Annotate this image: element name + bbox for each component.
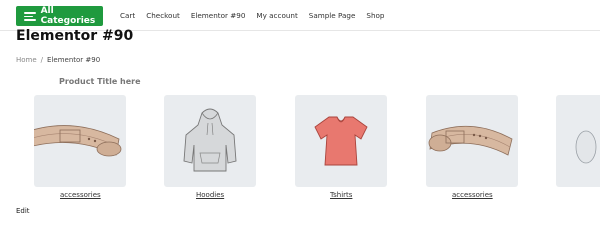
category-card-partial[interactable] <box>556 95 600 187</box>
category-card-accessories-2[interactable] <box>426 95 518 187</box>
top-navigation: All Categories Cart Checkout Elementor #… <box>0 0 600 31</box>
nav-cart[interactable]: Cart <box>120 11 135 20</box>
category-card-hoodies[interactable] <box>164 95 256 187</box>
all-categories-button[interactable]: All Categories <box>16 6 103 26</box>
category-label-tshirts[interactable]: Tshirts <box>330 191 352 199</box>
category-label-accessories-2[interactable]: accessories <box>452 191 493 199</box>
breadcrumb-home[interactable]: Home <box>16 56 37 64</box>
category-card-accessories[interactable] <box>34 95 126 187</box>
nav-my-account[interactable]: My account <box>256 11 297 20</box>
hoodie-icon <box>183 108 237 172</box>
category-label-accessories[interactable]: accessories <box>60 191 101 199</box>
belt-icon <box>575 130 597 164</box>
category-card-tshirts[interactable] <box>295 95 387 187</box>
tshirt-icon <box>314 116 368 166</box>
menu-icon <box>24 12 36 21</box>
belt-icon <box>34 125 122 157</box>
page-title: Elementor #90 <box>16 28 134 44</box>
breadcrumb-separator: / <box>40 56 44 64</box>
edit-link[interactable]: Edit <box>16 207 30 215</box>
all-categories-label: All Categories <box>40 6 96 26</box>
nav-checkout[interactable]: Checkout <box>146 11 180 20</box>
main-menu: Cart Checkout Elementor #90 My account S… <box>120 11 385 20</box>
breadcrumb: Home / Elementor #90 <box>16 56 100 64</box>
nav-elementor-90[interactable]: Elementor #90 <box>191 11 246 20</box>
product-title: Product Title here <box>59 77 141 86</box>
nav-sample-page[interactable]: Sample Page <box>309 11 356 20</box>
nav-shop[interactable]: Shop <box>366 11 384 20</box>
breadcrumb-current: Elementor #90 <box>47 56 101 64</box>
category-label-hoodies[interactable]: Hoodies <box>196 191 224 199</box>
belt-icon <box>428 125 513 156</box>
